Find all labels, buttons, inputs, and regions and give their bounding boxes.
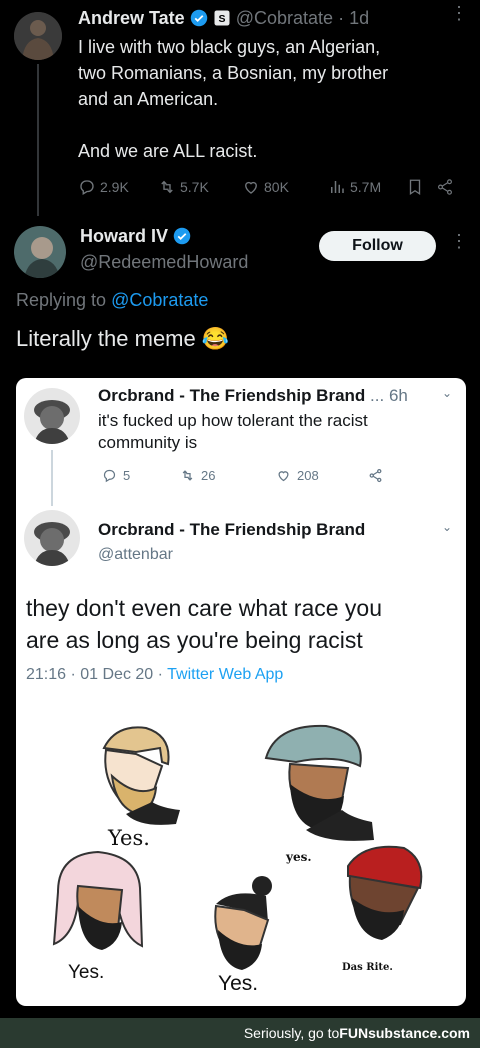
watermark-brand: FUNsubstance.com	[339, 1025, 470, 1041]
tweet-text-line: two Romanians, a Bosnian, my brother	[78, 63, 389, 83]
chad-blonde-illustration	[102, 726, 180, 825]
inner-tweet2-text: they don't even care what race you are a…	[26, 592, 382, 656]
heart-icon	[278, 471, 289, 482]
author-handle[interactable]: @Cobratate	[236, 8, 333, 28]
chevron-down-icon: ⌄	[442, 520, 453, 534]
inner-text-line: community is	[98, 433, 198, 452]
inner-reply: 5	[102, 468, 180, 483]
watermark-footer: Seriously, go to FUNsubstance.com	[0, 1018, 480, 1048]
reply-button[interactable]: 2.9K	[78, 178, 158, 196]
replying-prefix: Replying to	[16, 290, 107, 310]
meme-caption: Yes.	[108, 826, 150, 850]
verified-badge-icon	[173, 227, 191, 245]
views-button[interactable]: 5.7M	[328, 178, 406, 196]
tweet1-text: I live with two black guys, an Algerian,…	[78, 34, 468, 164]
inner-like: 208	[276, 468, 368, 483]
retweet-button[interactable]: 5.7K	[158, 178, 242, 196]
like-button[interactable]: 80K	[242, 178, 328, 196]
tweet1-header: Andrew Tate S @Cobratate · 1d	[78, 8, 369, 29]
author-name[interactable]: Howard IV	[80, 226, 168, 246]
meme-caption: yes.	[286, 850, 312, 864]
like-count: 80K	[264, 179, 289, 195]
inner-text-line: are as long as you're being racist	[26, 627, 363, 653]
embedded-image[interactable]: Orcbrand - The Friendship Brand ... 6h ⌄…	[16, 378, 466, 1006]
reply-icon	[80, 180, 94, 195]
name-ellipsis: ...	[370, 386, 385, 405]
watermark-text: Seriously, go to	[243, 1025, 340, 1041]
tweet1-actions: 2.9K 5.7K 80K 5.7M	[78, 178, 468, 196]
meme-caption: Yes.	[68, 962, 105, 983]
author-handle[interactable]: @RedeemedHoward	[80, 252, 248, 273]
inner-timestamp: 21:16 · 01 Dec 20 ·	[26, 666, 163, 683]
avatar-andrew-tate[interactable]	[14, 12, 62, 60]
inner-tweet-time: 6h	[388, 386, 408, 405]
chad-bandana-illustration	[347, 845, 423, 940]
bookmark-icon	[409, 179, 421, 196]
inner-text-line: they don't even care what race you	[26, 595, 382, 621]
views-icon	[331, 181, 344, 193]
orcbrand-avatar	[24, 510, 80, 566]
heart-icon	[245, 181, 257, 194]
inner-author-name: Orcbrand - The Friendship Brand	[98, 386, 366, 405]
inner-text-line: it's fucked up how tolerant the racist	[98, 411, 368, 430]
tweet-text-line: I live with two black guys, an Algerian,	[78, 37, 381, 57]
tweet2-author: Howard IV	[80, 226, 191, 247]
inner-tweet1-header: Orcbrand - The Friendship Brand ... 6h	[98, 386, 408, 406]
share-icon	[438, 179, 452, 195]
chad-keffiyeh-illustration	[52, 850, 144, 950]
tweet-text-line: and an American.	[78, 89, 219, 109]
view-count: 5.7M	[350, 179, 382, 195]
inner-retweet-count: 26	[201, 468, 216, 483]
retweet-icon	[182, 470, 193, 481]
author-name[interactable]: Andrew Tate	[78, 8, 185, 28]
inner-source: Twitter Web App	[167, 666, 284, 683]
share-icon	[369, 468, 382, 483]
inner-author-handle: @attenbar	[98, 546, 173, 563]
inner-reply-count: 5	[123, 468, 131, 483]
tweet2-text: Literally the meme 😂	[16, 326, 230, 351]
chad-turban-illustration	[264, 724, 374, 841]
inner-retweet: 26	[180, 468, 276, 483]
inner-author-name: Orcbrand - The Friendship Brand	[98, 520, 366, 539]
avatar-howard[interactable]	[14, 226, 66, 278]
affiliate-badge-icon: S	[214, 10, 230, 26]
inner-tweet1-actions: 5 26 208	[102, 468, 383, 483]
tweet-time[interactable]: · 1d	[338, 8, 369, 28]
verified-badge-icon	[190, 9, 207, 27]
reply-icon	[103, 469, 116, 483]
retweet-count: 5.7K	[180, 179, 209, 195]
chad-topknot-illustration	[214, 876, 272, 970]
tweet-text-line: And we are ALL racist.	[78, 141, 258, 161]
inner-thread-line	[51, 450, 53, 506]
meme-caption: Yes.	[218, 972, 259, 995]
chevron-down-icon: ⌄	[442, 386, 453, 400]
follow-button[interactable]: Follow	[319, 231, 436, 261]
inner-tweet2-meta: 21:16 · 01 Dec 20 · Twitter Web App	[26, 666, 283, 684]
share-button[interactable]	[436, 178, 460, 196]
thread-line	[37, 64, 39, 216]
retweet-icon	[161, 180, 173, 194]
inner-tweet1-text: it's fucked up how tolerant the racist c…	[98, 410, 368, 454]
replying-handle-link[interactable]: @Cobratate	[111, 290, 208, 310]
more-options-icon[interactable]: ⋮	[450, 232, 468, 250]
inner-like-count: 208	[297, 468, 319, 483]
svg-text:S: S	[218, 13, 225, 25]
orcbrand-avatar	[24, 388, 80, 444]
bookmark-button[interactable]	[406, 178, 436, 196]
more-options-icon[interactable]: ⋮	[450, 4, 468, 22]
meme-caption: Das Rite.	[342, 962, 393, 973]
replying-to: Replying to @Cobratate	[16, 290, 208, 311]
reply-count: 2.9K	[100, 179, 129, 195]
